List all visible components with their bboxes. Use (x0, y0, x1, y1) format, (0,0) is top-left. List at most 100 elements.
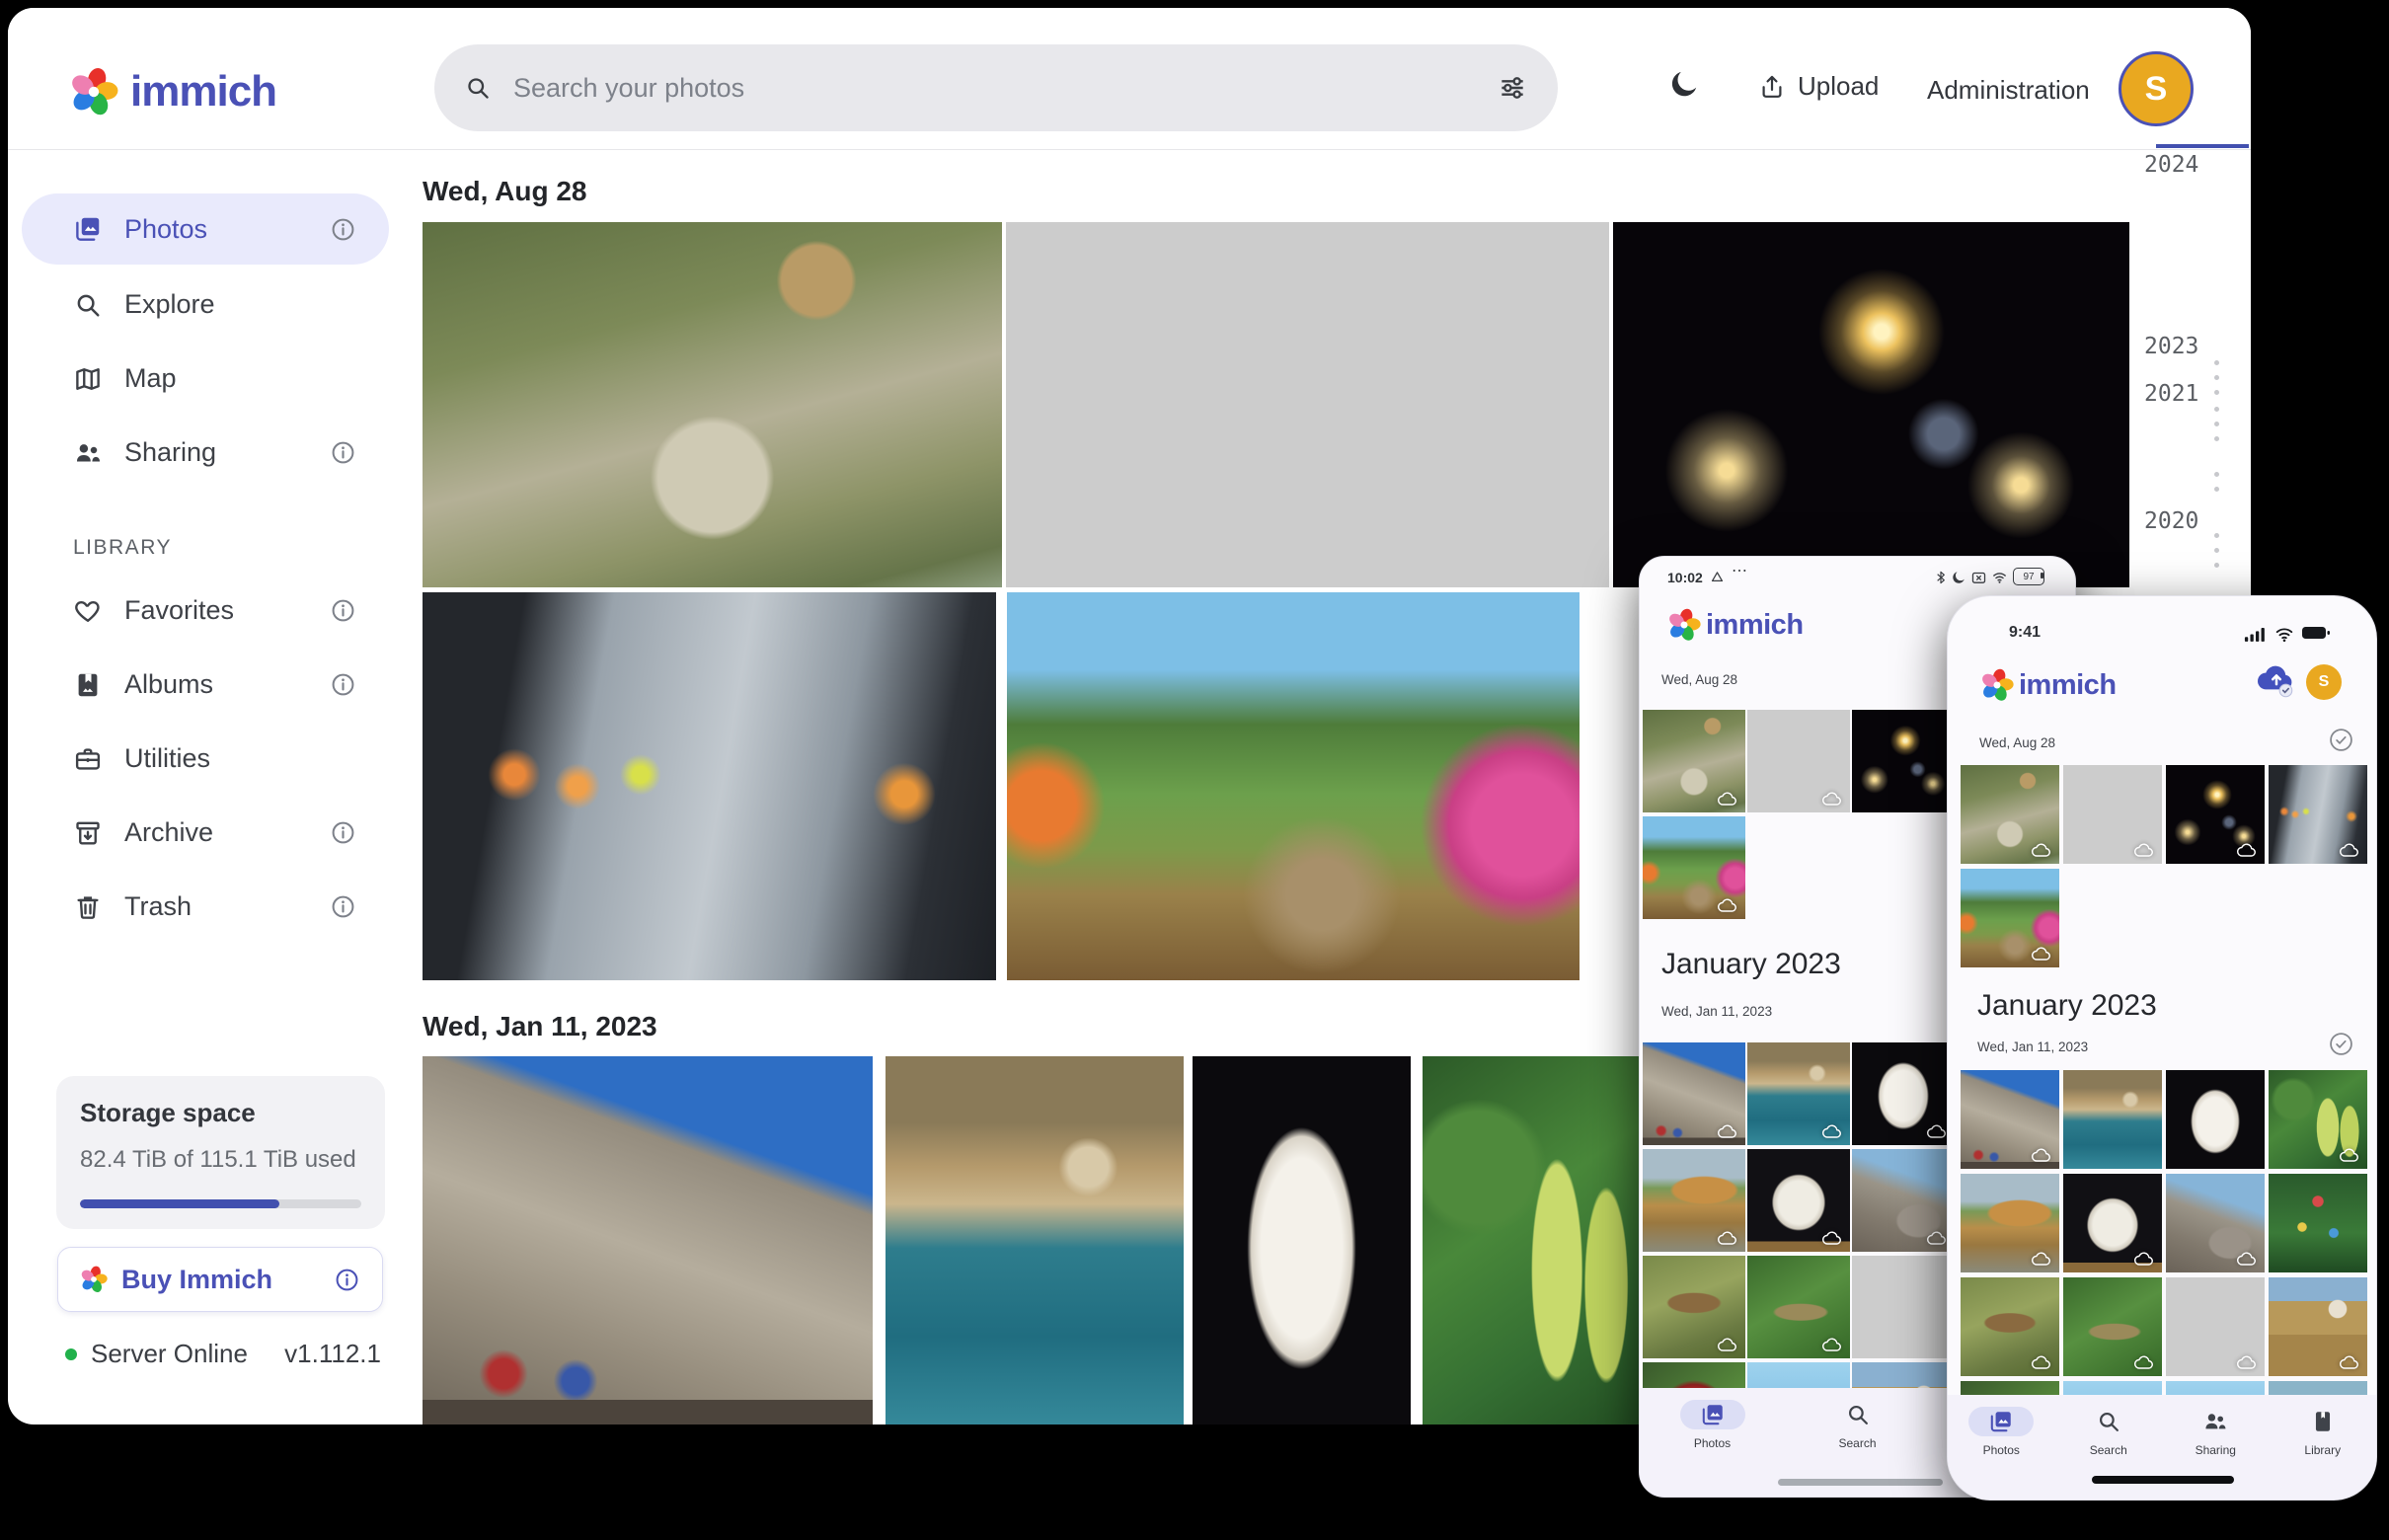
sidebar-item-trash[interactable]: Trash (22, 870, 389, 944)
info-icon[interactable] (330, 597, 356, 624)
moon-icon (1667, 67, 1701, 101)
photo-monkeys-zoo[interactable] (1643, 710, 1745, 812)
cloud-backup-icon (1717, 1337, 1738, 1352)
photo-dinner-table[interactable] (2063, 765, 2162, 864)
photo-fortress-walls[interactable] (423, 1056, 873, 1424)
select-all-check-icon[interactable] (2329, 728, 2353, 752)
info-icon[interactable] (330, 671, 356, 698)
signal-bars-icon (2244, 626, 2268, 643)
photo-decorated-tree[interactable] (2269, 1174, 2367, 1272)
select-all-check-icon[interactable] (2329, 1032, 2353, 1056)
sidebar-item-explore[interactable]: Explore (22, 268, 389, 342)
sidebar-item-favorites[interactable]: Favorites (22, 574, 389, 648)
photo-marble-bust[interactable] (2166, 1070, 2265, 1169)
photo-marble-bust[interactable] (1193, 1056, 1411, 1424)
timeline-year-2023[interactable]: 2023 (2144, 334, 2198, 359)
photo-fortress-walls[interactable] (1643, 1042, 1745, 1145)
nav-tab-search[interactable]: Search (1803, 1400, 1911, 1450)
app-logo[interactable]: immich (69, 67, 276, 116)
sidebar-item-photos[interactable]: Photos (22, 193, 389, 265)
photo-coastal-town[interactable] (1747, 1042, 1850, 1145)
search-filters-icon[interactable] (1497, 72, 1528, 104)
timeline-tick (2214, 436, 2219, 441)
battery-icon (2301, 625, 2331, 641)
photo-white-sculpture[interactable] (2063, 1174, 2162, 1272)
cloud-backup-icon (2339, 1354, 2360, 1370)
photo-fortress-walls[interactable] (1961, 1070, 2059, 1169)
photo-lizard-moss[interactable] (2063, 1277, 2162, 1376)
cloud-sync-icon[interactable] (2256, 663, 2297, 699)
cloud-backup-icon (2031, 1251, 2052, 1267)
upload-icon (1758, 73, 1786, 101)
info-icon[interactable] (330, 439, 356, 466)
cloud-backup-icon (2339, 1147, 2360, 1163)
search-placeholder: Search your photos (513, 73, 1497, 104)
photo-dinner-table[interactable] (1747, 710, 1850, 812)
nav-tab-sharing[interactable]: Sharing (2162, 1407, 2270, 1457)
photo-lizard[interactable] (1643, 1256, 1745, 1358)
search-input[interactable]: Search your photos (434, 44, 1558, 131)
sidebar-nav: PhotosExploreMapSharingLIBRARYFavoritesA… (22, 193, 389, 944)
photo-coastal-town[interactable] (2063, 1070, 2162, 1169)
photo-coastal-town[interactable] (886, 1056, 1184, 1424)
sidebar-item-sharing[interactable]: Sharing (22, 416, 389, 490)
theme-toggle-button[interactable] (1667, 67, 1701, 101)
cloud-backup-icon (1821, 791, 1843, 807)
administration-link[interactable]: Administration (1927, 75, 2090, 106)
info-icon[interactable] (330, 819, 356, 846)
timeline-year-2020[interactable]: 2020 (2144, 508, 2198, 534)
nav-tab-library[interactable]: Library (2270, 1407, 2377, 1457)
cloud-backup-icon (1926, 1123, 1948, 1139)
nav-tab-photos[interactable]: Photos (1948, 1407, 2055, 1457)
upload-button[interactable]: Upload (1758, 71, 1879, 102)
nav-tab-search[interactable]: Search (2055, 1407, 2163, 1457)
cloud-backup-icon (2236, 842, 2258, 858)
sidebar-item-archive[interactable]: Archive (22, 796, 389, 870)
info-icon[interactable] (330, 893, 356, 920)
photo-village-church[interactable] (1852, 1256, 1955, 1358)
photo-green-berries[interactable] (1423, 1056, 1647, 1424)
timeline-year-2021[interactable]: 2021 (2144, 381, 2198, 407)
timeline-tick (2214, 407, 2219, 412)
info-icon[interactable] (330, 216, 356, 243)
sidebar-item-utilities[interactable]: Utilities (22, 722, 389, 796)
photo-autumn-park[interactable] (1643, 816, 1745, 919)
photo-beach-cliff[interactable] (1961, 1174, 2059, 1272)
cloud-backup-icon (1717, 791, 1738, 807)
photo-stone-ruins[interactable] (1852, 1149, 1955, 1252)
date-group-header: Wed, Jan 11, 2023 (423, 1011, 657, 1042)
sidebar-item-map[interactable]: Map (22, 342, 389, 416)
photo-beach-cliff[interactable] (1643, 1149, 1745, 1252)
user-avatar[interactable]: S (2306, 664, 2342, 700)
photo-autumn-park[interactable] (1961, 869, 2059, 967)
photo-monkeys-zoo[interactable] (423, 222, 1002, 587)
photo-lizard[interactable] (1961, 1277, 2059, 1376)
nav-tab-label: Photos (1983, 1443, 2020, 1457)
photo-stone-ruins[interactable] (2166, 1174, 2265, 1272)
nav-tab-photos[interactable]: Photos (1657, 1400, 1766, 1450)
photo-fireworks[interactable] (2166, 765, 2265, 864)
photo-fireworks[interactable] (1613, 222, 2129, 587)
photo-village-church[interactable] (2166, 1277, 2265, 1376)
server-status-row: Server Online v1.112.1 (65, 1339, 381, 1369)
server-online-dot (65, 1348, 77, 1360)
photo-marble-bust[interactable] (1852, 1042, 1955, 1145)
photo-monkeys-zoo[interactable] (1961, 765, 2059, 864)
info-icon[interactable] (334, 1267, 360, 1293)
photo-white-sculpture[interactable] (1747, 1149, 1850, 1252)
timeline-tick (2214, 487, 2219, 492)
photo-field-house[interactable] (2269, 1277, 2367, 1376)
sidebar-item-albums[interactable]: Albums (22, 648, 389, 722)
photo-holding-hands[interactable] (423, 592, 996, 980)
home-indicator[interactable] (1778, 1479, 1943, 1486)
photo-fireworks[interactable] (1852, 710, 1955, 812)
photo-green-berries[interactable] (2269, 1070, 2367, 1169)
photo-holding-hands[interactable] (2269, 765, 2367, 864)
home-indicator[interactable] (2092, 1476, 2234, 1484)
photo-autumn-park[interactable] (1007, 592, 1580, 980)
photo-dinner-table[interactable] (1006, 222, 1609, 587)
buy-immich-button[interactable]: Buy Immich (57, 1247, 383, 1312)
photo-lizard-moss[interactable] (1747, 1256, 1850, 1358)
timeline-year-2024[interactable]: 2024 (2144, 152, 2198, 178)
status-data-saver-icon (1709, 569, 1726, 585)
